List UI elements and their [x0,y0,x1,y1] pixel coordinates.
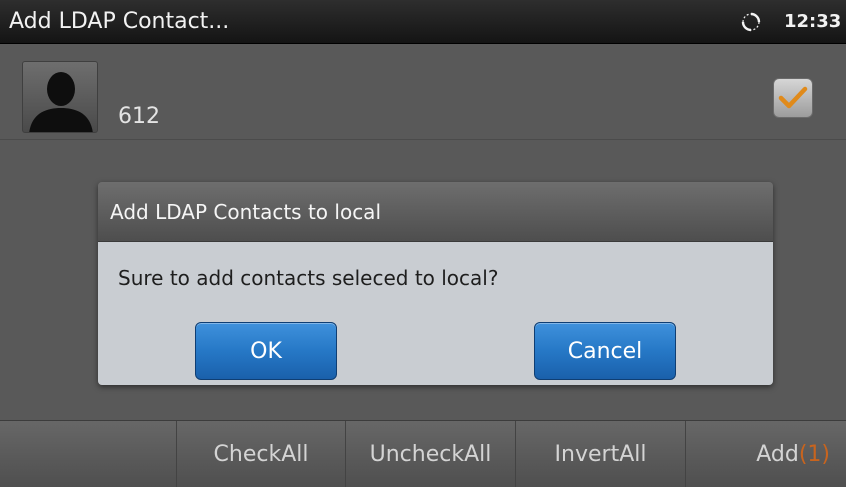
cancel-button[interactable]: Cancel [534,322,676,380]
status-clock: 12:33 [784,11,842,32]
uncheck-all-button[interactable]: UncheckAll [346,421,516,487]
add-count: (1) [798,442,830,467]
ldap-add-screen: Add LDAP Contact... 12:33 612 Add LDAP C… [0,0,846,487]
person-silhouette-icon [22,61,98,133]
title-bar: Add LDAP Contact... 12:33 [0,0,846,44]
softkey-blank [0,421,177,487]
sync-icon [741,12,761,32]
confirm-dialog: Add LDAP Contacts to local Sure to add c… [98,182,773,385]
dialog-title: Add LDAP Contacts to local [98,182,773,242]
add-label: Add [756,442,799,467]
dialog-message: Sure to add contacts seleced to local? [118,266,499,290]
invert-all-button[interactable]: InvertAll [516,421,686,487]
list-item[interactable]: 612 [0,44,846,140]
softkey-bar: CheckAll UncheckAll InvertAll Add(1) [0,420,846,487]
contact-checkbox[interactable] [773,78,813,118]
add-button[interactable]: Add(1) [686,421,846,487]
checkmark-icon [778,86,808,109]
page-title: Add LDAP Contact... [9,9,230,34]
ok-button[interactable]: OK [195,322,337,380]
dialog-body: Sure to add contacts seleced to local? O… [98,242,773,385]
contact-number: 612 [118,104,160,129]
check-all-button[interactable]: CheckAll [177,421,346,487]
